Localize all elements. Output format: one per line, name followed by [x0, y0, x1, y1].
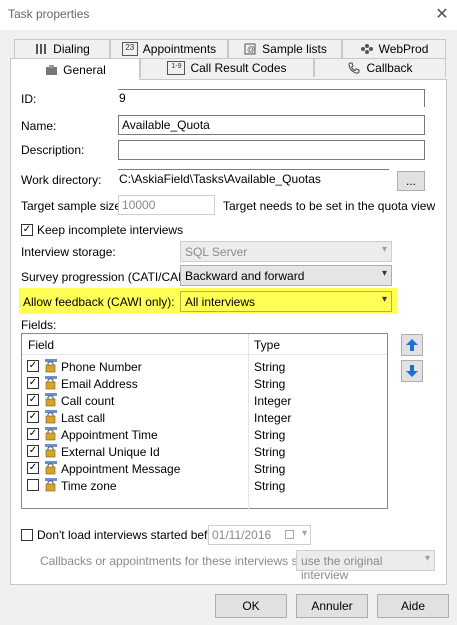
field-lock-icon: [44, 427, 58, 441]
field-type: String: [254, 479, 286, 493]
description-input[interactable]: [118, 140, 425, 160]
field-checkbox[interactable]: ✓: [27, 462, 39, 474]
storage-select[interactable]: SQL Server ▾: [180, 241, 392, 262]
list-item[interactable]: ✓ Phone Number String: [22, 358, 387, 375]
column-header-type[interactable]: Type: [254, 338, 280, 352]
field-type: Integer: [254, 411, 292, 425]
field-type: String: [254, 360, 286, 374]
field-lock-icon: [44, 410, 58, 424]
callbacks-select[interactable]: use the original interview ▾: [296, 550, 435, 582]
field-name: Time zone: [61, 479, 117, 493]
list-item[interactable]: ✓ Email Address String: [22, 375, 387, 392]
field-checkbox[interactable]: ✓: [27, 360, 39, 372]
target-note: Target needs to be set in the quota view: [223, 199, 436, 213]
callbacks-label: Callbacks or appointments for these inte…: [40, 554, 327, 568]
list-item[interactable]: Time zone String: [22, 477, 387, 494]
field-type: String: [254, 445, 286, 459]
field-type: String: [254, 377, 286, 391]
field-name: Email Address: [61, 377, 138, 391]
list-item[interactable]: ✓ External Unique Id String: [22, 443, 387, 460]
list-item[interactable]: ✓ Appointment Message String: [22, 460, 387, 477]
field-type: String: [254, 428, 286, 442]
workdir-label: Work directory:: [21, 173, 102, 187]
field-lock-icon: [44, 461, 58, 475]
storage-value: SQL Server: [185, 245, 248, 259]
field-name: Last call: [61, 411, 106, 425]
chevron-down-icon: ▾: [301, 528, 307, 539]
date-checkbox-icon: [285, 530, 294, 539]
arrow-up-icon: [406, 339, 418, 351]
move-down-button[interactable]: [401, 360, 423, 382]
date-picker[interactable]: 01/11/2016 ▾: [208, 525, 311, 545]
list-header: Field Type: [22, 334, 387, 510]
list-item[interactable]: ✓ Last call Integer: [22, 409, 387, 426]
name-label: Name:: [21, 119, 57, 133]
id-value: 9: [118, 89, 425, 107]
field-checkbox[interactable]: ✓: [27, 428, 39, 440]
field-name: External Unique Id: [61, 445, 160, 459]
feedback-value: All interviews: [185, 295, 256, 309]
field-lock-icon: [44, 444, 58, 458]
chevron-down-icon: ▾: [381, 268, 387, 279]
field-lock-icon: [44, 376, 58, 390]
progression-label: Survey progression (CATI/CAPI):: [21, 270, 197, 284]
field-name: Appointment Time: [61, 428, 158, 442]
field-checkbox[interactable]: ✓: [27, 394, 39, 406]
id-label: ID:: [21, 92, 37, 106]
storage-label: Interview storage:: [21, 245, 116, 259]
progression-select[interactable]: Backward and forward ▾: [180, 265, 392, 286]
list-item[interactable]: ✓ Appointment Time String: [22, 426, 387, 443]
field-checkbox[interactable]: ✓: [27, 377, 39, 389]
target-input[interactable]: 10000: [118, 195, 215, 215]
workdir-value: C:\AskiaField\Tasks\Available_Quotas: [118, 169, 389, 189]
chevron-down-icon: ▾: [424, 553, 430, 564]
dont-load-label: Don't load interviews started before: [37, 528, 225, 542]
field-type: String: [254, 462, 286, 476]
field-checkbox[interactable]: [27, 479, 39, 491]
callbacks-value: use the original interview: [301, 554, 383, 582]
ok-button[interactable]: OK: [215, 594, 287, 618]
column-header-field[interactable]: Field: [28, 338, 54, 352]
feedback-label: Allow feedback (CAWI only):: [23, 295, 175, 309]
keep-incomplete-label: Keep incomplete interviews: [37, 223, 184, 237]
field-checkbox[interactable]: ✓: [27, 411, 39, 423]
progression-value: Backward and forward: [185, 269, 305, 283]
target-label: Target sample size:: [21, 199, 125, 213]
field-name: Call count: [61, 394, 115, 408]
fields-list[interactable]: Field Type ✓ Phone Number String ✓ Email…: [21, 333, 388, 510]
field-lock-icon: [44, 393, 58, 407]
name-input[interactable]: Available_Quota: [118, 115, 425, 135]
feedback-select[interactable]: All interviews ▾: [180, 291, 392, 312]
field-lock-icon: [44, 478, 58, 492]
field-name: Phone Number: [61, 360, 142, 374]
fields-label: Fields:: [21, 318, 57, 332]
move-up-button[interactable]: [401, 334, 423, 356]
list-item[interactable]: ✓ Call count Integer: [22, 392, 387, 409]
chevron-down-icon: ▾: [381, 244, 387, 255]
arrow-down-icon: [406, 365, 418, 377]
field-name: Appointment Message: [61, 462, 181, 476]
field-lock-icon: [44, 359, 58, 373]
field-checkbox[interactable]: ✓: [27, 445, 39, 457]
keep-incomplete-checkbox[interactable]: ✓: [21, 224, 33, 236]
chevron-down-icon: ▾: [381, 294, 387, 305]
cancel-button[interactable]: Annuler: [296, 594, 368, 618]
help-button[interactable]: Aide: [377, 594, 449, 618]
dont-load-checkbox[interactable]: [21, 529, 33, 541]
description-label: Description:: [21, 143, 85, 157]
date-value: 01/11/2016: [212, 528, 272, 542]
browse-button[interactable]: ...: [397, 171, 425, 191]
field-type: Integer: [254, 394, 292, 408]
